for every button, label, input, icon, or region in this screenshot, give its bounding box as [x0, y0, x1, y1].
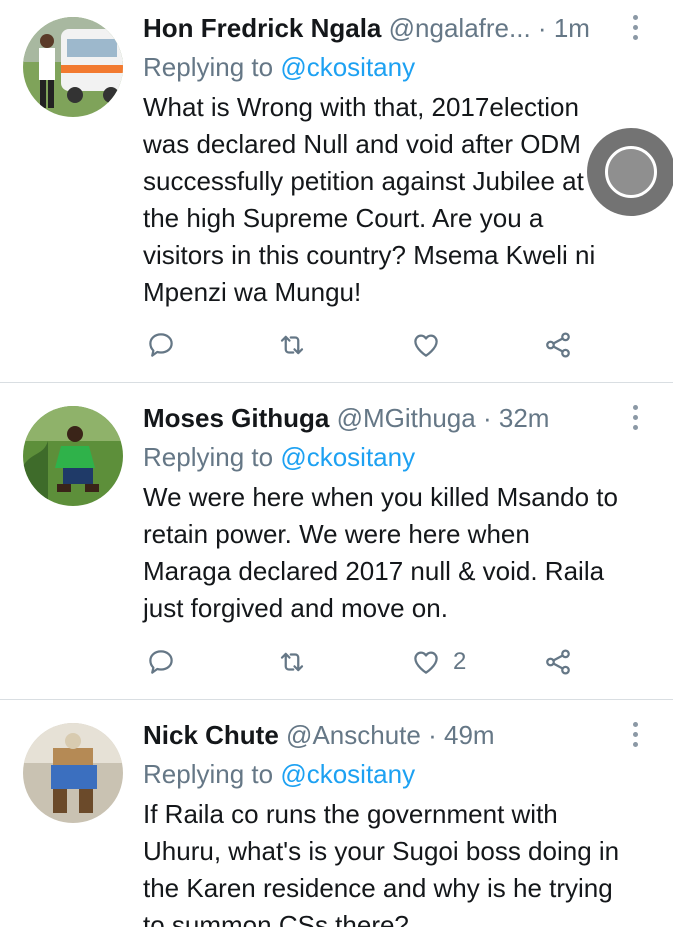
tweet-header: Nick Chute @Anschute · 49m: [143, 715, 495, 755]
mention-link[interactable]: @ckositany: [280, 52, 415, 82]
tweet-text-line: to summon CSs there?: [143, 910, 409, 927]
more-options-icon[interactable]: [628, 719, 644, 753]
replying-to-label: Replying to: [143, 52, 274, 82]
author-name[interactable]: Hon Fredrick Ngala: [143, 13, 381, 43]
tweet-text-line: visitors in this country? Msema Kweli ni: [143, 240, 596, 270]
separator-dot: ·: [428, 720, 437, 750]
like-count: 2: [453, 648, 467, 675]
tweet-actions: [0, 325, 673, 365]
avatar[interactable]: [23, 723, 123, 823]
like-button[interactable]: 2: [411, 642, 466, 682]
timestamp[interactable]: 49m: [444, 720, 495, 750]
author-handle[interactable]: @Anschute: [286, 720, 421, 750]
author-handle[interactable]: @ngalafre...: [389, 13, 531, 43]
tweet-header: Moses Githuga @MGithuga · 32m: [143, 398, 549, 438]
tweet-text-line: If Raila co runs the government with: [143, 799, 558, 829]
tweet-text: We were here when you killed Msando to r…: [143, 479, 663, 627]
touch-indicator: [587, 128, 673, 216]
mention-link[interactable]: @ckositany: [280, 442, 415, 472]
tweet-text-line: Maraga declared 2017 null & void. Raila: [143, 556, 605, 586]
like-icon: [414, 651, 438, 674]
retweet-icon: [280, 335, 304, 355]
replying-to: Replying to @ckositany: [143, 755, 415, 793]
tweet-text: What is Wrong with that, 2017election wa…: [143, 89, 663, 311]
tweet-text-line: the Karen residence and why is he trying: [143, 873, 613, 903]
replying-to: Replying to @ckositany: [143, 438, 415, 476]
tweet-text-line: retain power. We were here when: [143, 519, 530, 549]
tweet-text-line: the high Supreme Court. Are you a: [143, 203, 544, 233]
timestamp[interactable]: 1m: [554, 13, 590, 43]
tweet-text-line: just forgived and move on.: [143, 593, 448, 623]
tweet[interactable]: Moses Githuga @MGithuga · 32m Replying t…: [0, 383, 673, 699]
reply-icon: [149, 650, 173, 674]
share-icon: [546, 332, 570, 358]
tweet-header: Hon Fredrick Ngala @ngalafre... · 1m: [143, 8, 590, 48]
share-button[interactable]: [543, 325, 573, 365]
reply-icon: [149, 333, 173, 357]
more-options-icon[interactable]: [628, 12, 644, 46]
retweet-icon: [280, 652, 304, 672]
mention-link[interactable]: @ckositany: [280, 759, 415, 789]
timestamp[interactable]: 32m: [499, 403, 550, 433]
tweet-text-line: What is Wrong with that, 2017election: [143, 92, 579, 122]
tweet-text-line: We were here when you killed Msando to: [143, 482, 618, 512]
separator-dot: ·: [482, 403, 492, 433]
author-name[interactable]: Nick Chute: [143, 720, 279, 750]
tweet[interactable]: Hon Fredrick Ngala @ngalafre... · 1m Rep…: [0, 0, 673, 382]
tweet-text-line: was declared Null and void after ODM: [143, 129, 581, 159]
tweet-text-line: successfully petition against Jubilee at: [143, 166, 584, 196]
tweet-text-line: Uhuru, what's is your Sugoi boss doing i…: [143, 836, 620, 866]
like-icon: [414, 334, 438, 357]
replying-to-label: Replying to: [143, 759, 274, 789]
tweet-text: If Raila co runs the government with Uhu…: [143, 796, 663, 927]
reply-button[interactable]: [146, 325, 176, 365]
retweet-button[interactable]: [277, 642, 307, 682]
replying-to-label: Replying to: [143, 442, 274, 472]
like-button[interactable]: [411, 325, 453, 365]
share-button[interactable]: [543, 642, 573, 682]
avatar[interactable]: [23, 406, 123, 506]
author-name[interactable]: Moses Githuga: [143, 403, 329, 433]
tweet-text-line: Mpenzi wa Mungu!: [143, 277, 362, 307]
more-options-icon[interactable]: [628, 402, 644, 436]
avatar[interactable]: [23, 17, 123, 117]
separator-dot: ·: [537, 13, 547, 43]
tweet[interactable]: Nick Chute @Anschute · 49m Replying to @…: [0, 700, 673, 927]
author-handle[interactable]: @MGithuga: [337, 403, 476, 433]
tweet-actions: 2: [0, 642, 673, 682]
retweet-button[interactable]: [277, 325, 307, 365]
share-icon: [546, 649, 570, 675]
reply-button[interactable]: [146, 642, 176, 682]
replying-to: Replying to @ckositany: [143, 48, 415, 86]
